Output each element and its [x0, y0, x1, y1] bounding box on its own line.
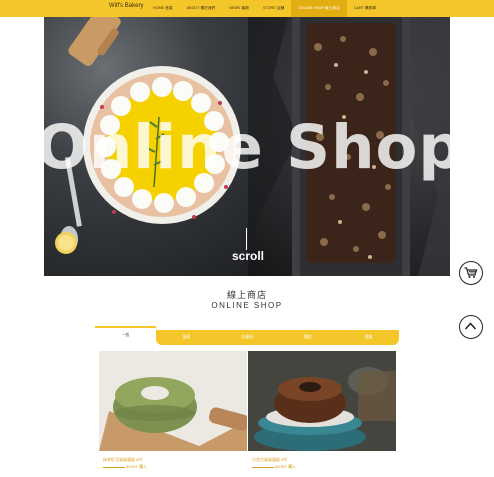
brand-logo-text[interactable]: Wilf's Bakery	[109, 3, 143, 9]
nav-item-online-shop[interactable]: ONLINE SHOP 線上商店	[291, 0, 347, 17]
nav-item-news[interactable]: NEWS 最新	[222, 0, 256, 17]
top-navbar: Wilf's Bakery HOME 首頁 ABOUT 關於我們 NEWS 最新…	[0, 0, 494, 17]
product-image-chocolate-cake[interactable]	[248, 351, 396, 451]
tab-measure[interactable]: 計量冊	[217, 330, 278, 345]
section-title-en: ONLINE SHOP	[211, 301, 283, 310]
back-to-top-button[interactable]	[459, 315, 483, 339]
nav-item-about[interactable]: ABOUT 關於我們	[180, 0, 223, 17]
product-name-2[interactable]: 巧克力戚風蛋糕 6吋	[252, 457, 287, 463]
cart-icon	[464, 267, 478, 278]
product-price-1: 500NT 購入	[103, 464, 147, 470]
nav-item-home[interactable]: HOME 首頁	[146, 0, 180, 17]
section-title-zh: 線上商店	[226, 290, 267, 300]
product-price-blank-1	[103, 467, 125, 468]
nav-item-cart[interactable]: CART 購物車	[347, 0, 383, 17]
nav-item-store[interactable]: STORE 店舖	[256, 0, 291, 17]
tab-general[interactable]: 一般	[95, 326, 156, 345]
category-tabs: 一般 蛋糕 計量冊 麵包 禮盒	[95, 326, 399, 345]
scroll-indicator-line	[246, 228, 247, 250]
hero-banner: Online Shop O scroll	[44, 17, 450, 276]
product-price-blank-2	[252, 467, 274, 468]
tab-general-label: 一般	[121, 333, 130, 337]
product-name-1[interactable]: 抹茶紅豆戚風蛋糕 6吋	[103, 457, 142, 463]
product-image-matcha-cake[interactable]	[99, 351, 247, 451]
chevron-up-icon	[464, 322, 477, 330]
hero-title: Online Shop O	[44, 112, 450, 183]
tab-bar: 蛋糕 計量冊 麵包 禮盒	[156, 330, 399, 345]
product-buy-button-1[interactable]: 購入	[139, 464, 147, 469]
scroll-label[interactable]: scroll	[232, 249, 264, 263]
product-buy-button-2[interactable]: 購入	[288, 464, 296, 469]
product-price-value-1: 500NT	[126, 464, 138, 469]
floating-cart-button[interactable]	[459, 261, 483, 285]
tab-gift-box[interactable]: 禮盒	[338, 330, 399, 345]
tab-cake[interactable]: 蛋糕	[156, 330, 217, 345]
nav-menu: HOME 首頁 ABOUT 關於我們 NEWS 最新 STORE 店舖 ONLI…	[146, 0, 383, 17]
product-price-value-2: 500NT	[275, 464, 287, 469]
product-price-2: 500NT 購入	[252, 464, 296, 470]
tab-bread[interactable]: 麵包	[278, 330, 339, 345]
